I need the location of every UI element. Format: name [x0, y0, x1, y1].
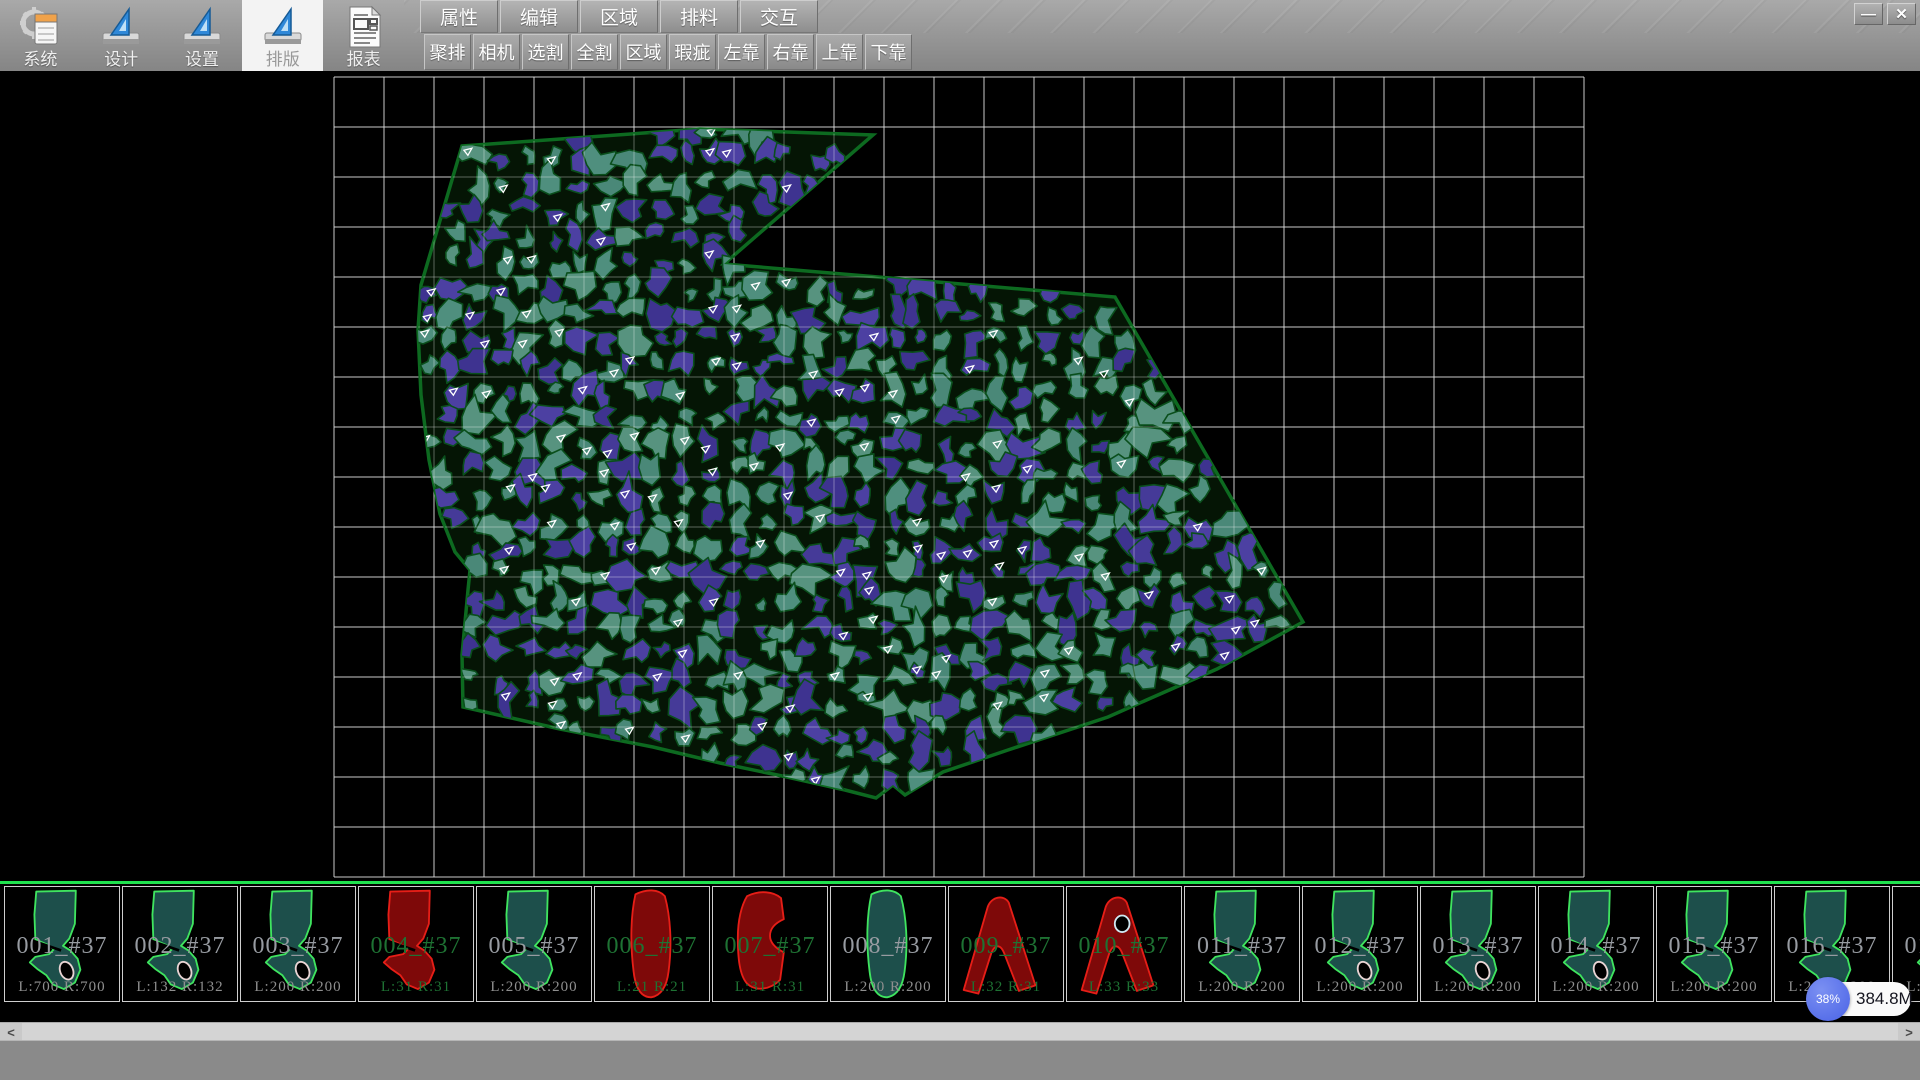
- menu-button-1[interactable]: 属性: [420, 0, 498, 33]
- piece-shape: [5, 887, 119, 1001]
- piece-thumbnail-002_#37[interactable]: 002_#37L:132 R:132: [122, 886, 238, 1002]
- nav-button-3[interactable]: 设置: [162, 0, 243, 71]
- tool-button-4[interactable]: 全割: [571, 34, 618, 70]
- piece-thumbnail-011_#37[interactable]: 011_#37L:200 R:200: [1184, 886, 1300, 1002]
- tool-button-9[interactable]: 上靠: [816, 34, 863, 70]
- canvas-svg: [0, 71, 1920, 881]
- nav-label: 系统: [23, 50, 57, 69]
- menu-button-4[interactable]: 排料: [660, 0, 738, 33]
- nesting-icon: [261, 5, 305, 49]
- piece-thumbnail-009_#37[interactable]: 009_#37L:32 R:31: [948, 886, 1064, 1002]
- tool-button-10[interactable]: 下靠: [865, 34, 912, 70]
- window-controls: — ✕: [1854, 3, 1916, 25]
- piece-shape: [595, 887, 709, 1001]
- tool-button-3[interactable]: 选割: [522, 34, 569, 70]
- piece-thumbnail-013_#37[interactable]: 013_#37L:200 R:200: [1420, 886, 1536, 1002]
- nav-button-5[interactable]: 报表: [323, 0, 404, 71]
- piece-thumbnail-010_#37[interactable]: 010_#37L:33 R:33: [1066, 886, 1182, 1002]
- toolbar: 系统设计设置排版报表 属性编辑区域排料交互 聚排相机选割全割区域瑕疵左靠右靠上靠…: [0, 0, 1920, 71]
- status-footer: [0, 1040, 1920, 1080]
- piece-shape: [1421, 887, 1535, 1001]
- piece-thumbnail-015_#37[interactable]: 015_#37L:200 R:200: [1656, 886, 1772, 1002]
- nav-label: 排版: [266, 50, 300, 69]
- minimize-button[interactable]: —: [1854, 3, 1883, 25]
- piece-shape: [713, 887, 827, 1001]
- piece-shape: [1303, 887, 1417, 1001]
- nav-button-1[interactable]: 系统: [0, 0, 81, 71]
- piece-shape: [1539, 887, 1653, 1001]
- piece-thumbnail-008_#37[interactable]: 008_#37L:200 R:200: [830, 886, 946, 1002]
- menu-button-5[interactable]: 交互: [740, 0, 818, 33]
- piece-shape: [359, 887, 473, 1001]
- piece-thumbnail-012_#37[interactable]: 012_#37L:200 R:200: [1302, 886, 1418, 1002]
- nav-label: 报表: [347, 50, 381, 69]
- piece-shape: [1067, 887, 1181, 1001]
- piece-thumbnail-strip: 001_#37L:700 R:700 002_#37L:132 R:132 00…: [0, 884, 1920, 1022]
- menu-button-2[interactable]: 编辑: [500, 0, 578, 33]
- nav-button-2[interactable]: 设计: [81, 0, 162, 71]
- report-icon: [342, 5, 386, 49]
- tool-button-6[interactable]: 瑕疵: [669, 34, 716, 70]
- tool-row: 聚排相机选割全割区域瑕疵左靠右靠上靠下靠: [424, 33, 914, 71]
- piece-thumbnail-001_#37[interactable]: 001_#37L:700 R:700: [4, 886, 120, 1002]
- nav-button-4[interactable]: 排版: [242, 0, 323, 71]
- scroll-left-button[interactable]: <: [0, 1023, 22, 1041]
- piece-shape: [949, 887, 1063, 1001]
- piece-thumbnail-014_#37[interactable]: 014_#37L:200 R:200: [1538, 886, 1654, 1002]
- piece-thumbnail-004_#37[interactable]: 004_#37L:31 R:31: [358, 886, 474, 1002]
- menu-row: 属性编辑区域排料交互: [420, 0, 820, 33]
- system-icon: [18, 5, 62, 49]
- tool-button-7[interactable]: 左靠: [718, 34, 765, 70]
- piece-shape: [1185, 887, 1299, 1001]
- nav-label: 设置: [185, 50, 219, 69]
- piece-thumbnail-006_#37[interactable]: 006_#37L:21 R:21: [594, 886, 710, 1002]
- piece-thumbnail-007_#37[interactable]: 007_#37L:31 R:31: [712, 886, 828, 1002]
- piece-shape: [241, 887, 355, 1001]
- scroll-right-button[interactable]: >: [1898, 1023, 1920, 1041]
- piece-shape: [477, 887, 591, 1001]
- menu-button-3[interactable]: 区域: [580, 0, 658, 33]
- tool-button-2[interactable]: 相机: [473, 34, 520, 70]
- design-icon: [99, 5, 143, 49]
- memory-percent-indicator: 38%: [1806, 977, 1850, 1021]
- close-button[interactable]: ✕: [1887, 3, 1916, 25]
- tool-button-1[interactable]: 聚排: [424, 34, 471, 70]
- piece-thumbnail-003_#37[interactable]: 003_#37L:200 R:200: [240, 886, 356, 1002]
- nav-label: 设计: [104, 50, 138, 69]
- memory-size-label: 384.8M: [1856, 989, 1910, 1009]
- tool-button-8[interactable]: 右靠: [767, 34, 814, 70]
- horizontal-scrollbar[interactable]: < >: [0, 1022, 1920, 1040]
- piece-thumbnail-005_#37[interactable]: 005_#37L:200 R:200: [476, 886, 592, 1002]
- piece-shape: [123, 887, 237, 1001]
- piece-shape: [1657, 887, 1771, 1001]
- nesting-canvas[interactable]: [0, 71, 1920, 881]
- main-nav: 系统 设计 设置 排版 报表: [0, 0, 404, 71]
- settings-icon: [180, 5, 224, 49]
- piece-shape: [831, 887, 945, 1001]
- tool-button-5[interactable]: 区域: [620, 34, 667, 70]
- application-window: 系统设计设置排版报表 属性编辑区域排料交互 聚排相机选割全割区域瑕疵左靠右靠上靠…: [0, 0, 1920, 1080]
